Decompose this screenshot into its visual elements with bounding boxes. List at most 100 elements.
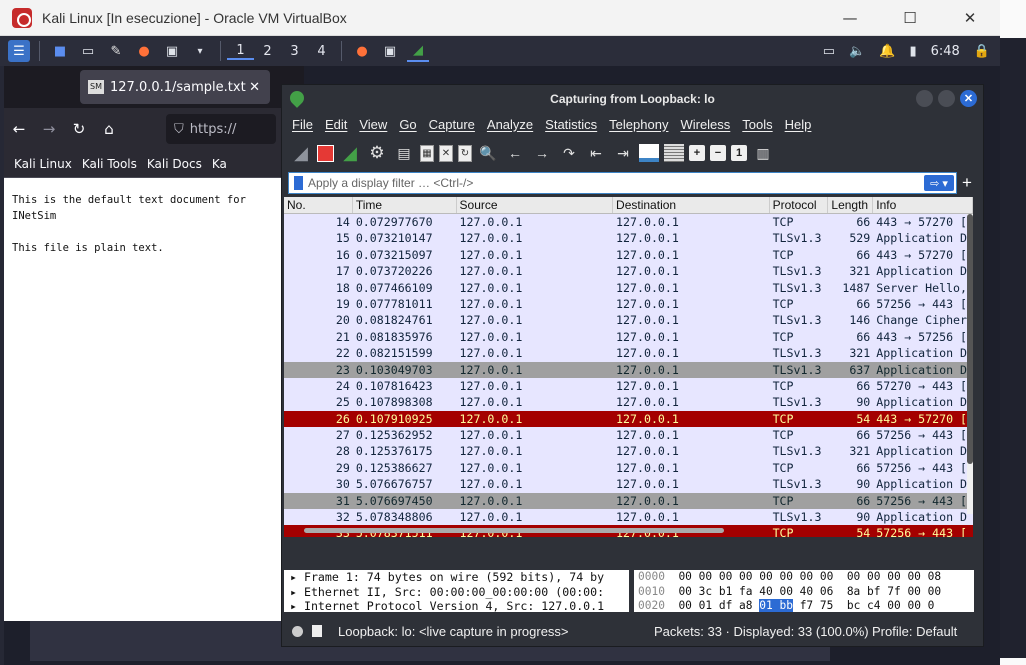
close-button[interactable]: ✕ bbox=[960, 90, 977, 107]
display-icon[interactable]: ▭ bbox=[823, 44, 835, 59]
profile-selector[interactable]: Profile: Default bbox=[872, 624, 957, 639]
packet-row[interactable]: 32 5.078348806 127.0.0.1 127.0.0.1 TLSv1.3 90… bbox=[284, 509, 973, 526]
normal-size-icon[interactable]: 1 bbox=[731, 145, 747, 161]
menu-view[interactable]: View bbox=[359, 117, 387, 132]
lock-icon[interactable]: 🔒 bbox=[974, 44, 990, 59]
save-file-icon[interactable]: ▦ bbox=[420, 144, 434, 162]
packet-row[interactable]: 22 0.082151599 127.0.0.1 127.0.0.1 TLSv1.3 32… bbox=[284, 345, 973, 362]
reload-icon[interactable]: ↻ bbox=[64, 120, 94, 138]
browser-tab[interactable]: SM 127.0.0.1/sample.txt ✕ bbox=[80, 70, 270, 104]
packet-row[interactable]: 18 0.077466109 127.0.0.1 127.0.0.1 TLSv1.3 14… bbox=[284, 279, 973, 296]
workspace-1[interactable]: 1 bbox=[227, 43, 254, 60]
packet-row[interactable]: 19 0.077781011 127.0.0.1 127.0.0.1 TCP 66 5725… bbox=[284, 295, 973, 313]
desktop-icon[interactable]: ■ bbox=[49, 40, 71, 62]
maximize-button[interactable]: ☐ bbox=[880, 0, 940, 36]
minimize-button[interactable] bbox=[916, 90, 933, 107]
menu-go[interactable]: Go bbox=[399, 117, 416, 132]
packet-row[interactable]: 15 0.073210147 127.0.0.1 127.0.0.1 TLSv1.3 52… bbox=[284, 230, 973, 247]
bookmark-kali-tools[interactable]: Kali Tools bbox=[82, 157, 137, 171]
go-back-icon[interactable]: ← bbox=[504, 141, 526, 165]
menu-statistics[interactable]: Statistics bbox=[545, 117, 597, 132]
last-packet-icon[interactable]: ⇥ bbox=[612, 141, 634, 165]
hex-row[interactable]: 0020 00 01 df a8 01 bb f7 75 bc c4 00 00… bbox=[638, 599, 974, 612]
menu-wireless[interactable]: Wireless bbox=[680, 117, 730, 132]
go-to-packet-icon[interactable]: ↷ bbox=[558, 141, 580, 165]
column-time[interactable]: Time bbox=[353, 197, 457, 213]
capture-options-icon[interactable]: ⚙ bbox=[366, 141, 388, 165]
chevron-down-icon[interactable]: ▾ bbox=[189, 40, 211, 62]
bookmark-truncated[interactable]: Ka bbox=[212, 157, 227, 171]
packet-row[interactable]: 14 0.072977670 127.0.0.1 127.0.0.1 TCP 66 443 … bbox=[284, 214, 973, 231]
colorize-icon[interactable] bbox=[664, 144, 684, 162]
packet-row[interactable]: 20 0.081824761 127.0.0.1 127.0.0.1 TLSv1.3 14… bbox=[284, 312, 973, 329]
volume-icon[interactable]: 🔈 bbox=[849, 44, 865, 59]
hex-row[interactable]: 0000 00 00 00 00 00 00 00 00 00 00 00 00… bbox=[638, 570, 974, 585]
go-forward-icon[interactable]: → bbox=[531, 141, 553, 165]
menu-capture[interactable]: Capture bbox=[429, 117, 475, 132]
packet-row[interactable]: 31 5.076697450 127.0.0.1 127.0.0.1 TCP 66 5725… bbox=[284, 492, 973, 510]
text-editor-icon[interactable]: ✎ bbox=[105, 40, 127, 62]
forward-icon[interactable]: → bbox=[34, 120, 64, 138]
zoom-out-icon[interactable]: − bbox=[710, 145, 726, 161]
detail-row[interactable]: ▸ Ethernet II, Src: 00:00:00_00:00:00 (0… bbox=[290, 585, 629, 600]
apply-filter-icon[interactable]: ⇨ ▾ bbox=[924, 175, 954, 191]
menu-analyze[interactable]: Analyze bbox=[487, 117, 533, 132]
detail-row[interactable]: ▸ Internet Protocol Version 4, Src: 127.… bbox=[290, 599, 629, 612]
column-destination[interactable]: Destination bbox=[613, 197, 770, 213]
resize-columns-icon[interactable]: ▥ bbox=[752, 141, 774, 165]
hex-row[interactable]: 0010 00 3c b1 fa 40 00 40 06 8a bf 7f 00… bbox=[638, 585, 974, 600]
packet-row[interactable]: 26 0.107910925 127.0.0.1 127.0.0.1 TCP 54 443 … bbox=[284, 410, 973, 428]
workspace-4[interactable]: 4 bbox=[308, 44, 335, 59]
first-packet-icon[interactable]: ⇤ bbox=[585, 141, 607, 165]
open-file-icon[interactable]: ▤ bbox=[393, 141, 415, 165]
workspace-2[interactable]: 2 bbox=[254, 44, 281, 59]
comment-icon[interactable] bbox=[312, 625, 322, 637]
packet-row[interactable]: 21 0.081835976 127.0.0.1 127.0.0.1 TCP 66 443 … bbox=[284, 328, 973, 346]
zoom-in-icon[interactable]: + bbox=[689, 145, 705, 161]
packet-row[interactable]: 23 0.103049703 127.0.0.1 127.0.0.1 TLSv1.3 63… bbox=[284, 361, 973, 378]
url-bar[interactable]: ⛉ https:// bbox=[166, 114, 276, 144]
close-file-icon[interactable]: ✕ bbox=[439, 144, 453, 162]
expert-info-icon[interactable] bbox=[292, 625, 303, 637]
restart-capture-icon[interactable]: ◢ bbox=[339, 141, 361, 165]
reload-file-icon[interactable]: ↻ bbox=[458, 144, 472, 162]
workspace-3[interactable]: 3 bbox=[281, 44, 308, 59]
bookmark-icon[interactable] bbox=[294, 176, 303, 190]
column-no[interactable]: No. bbox=[284, 197, 353, 213]
menu-file[interactable]: File bbox=[292, 117, 313, 132]
minimize-button[interactable]: — bbox=[820, 0, 880, 36]
packet-row[interactable]: 30 5.076676757 127.0.0.1 127.0.0.1 TLSv1.3 90… bbox=[284, 476, 973, 493]
clock[interactable]: 6:48 bbox=[931, 44, 960, 59]
firefox-task-icon[interactable]: ● bbox=[351, 40, 373, 62]
wireshark-task-icon[interactable]: ◢ bbox=[407, 40, 429, 62]
firefox-launcher-icon[interactable]: ● bbox=[133, 40, 155, 62]
menu-tools[interactable]: Tools bbox=[742, 117, 772, 132]
find-packet-icon[interactable]: 🔍 bbox=[477, 141, 499, 165]
file-manager-icon[interactable]: ▭ bbox=[77, 40, 99, 62]
add-filter-button[interactable]: + bbox=[957, 173, 977, 193]
notification-bell-icon[interactable]: 🔔 bbox=[879, 44, 895, 59]
display-filter-input[interactable]: Apply a display filter … <Ctrl-/> ⇨ ▾ bbox=[288, 172, 957, 194]
battery-icon[interactable]: ▮ bbox=[909, 44, 916, 59]
close-tab-icon[interactable]: ✕ bbox=[249, 80, 260, 95]
terminal-task-icon[interactable]: ▣ bbox=[379, 40, 401, 62]
kali-menu-icon[interactable]: ☰ bbox=[8, 40, 30, 62]
autoscroll-icon[interactable] bbox=[639, 144, 659, 162]
packet-row[interactable]: 17 0.073720226 127.0.0.1 127.0.0.1 TLSv1.3 32… bbox=[284, 263, 973, 280]
horizontal-scrollbar[interactable] bbox=[304, 528, 724, 533]
packet-row[interactable]: 24 0.107816423 127.0.0.1 127.0.0.1 TCP 66 5727… bbox=[284, 377, 973, 395]
column-length[interactable]: Length bbox=[828, 197, 874, 213]
home-icon[interactable]: ⌂ bbox=[94, 120, 124, 138]
packet-row[interactable]: 25 0.107898308 127.0.0.1 127.0.0.1 TLSv1.3 90… bbox=[284, 394, 973, 411]
bookmark-kali-linux[interactable]: Kali Linux bbox=[14, 157, 72, 171]
close-button[interactable]: ✕ bbox=[940, 0, 1000, 36]
stop-capture-icon[interactable] bbox=[317, 144, 334, 162]
detail-row[interactable]: ▸ Frame 1: 74 bytes on wire (592 bits), … bbox=[290, 570, 629, 585]
column-info[interactable]: Info bbox=[873, 197, 973, 213]
packet-row[interactable]: 16 0.073215097 127.0.0.1 127.0.0.1 TCP 66 443 … bbox=[284, 246, 973, 264]
maximize-button[interactable] bbox=[938, 90, 955, 107]
column-protocol[interactable]: Protocol bbox=[770, 197, 829, 213]
packet-row[interactable]: 28 0.125376175 127.0.0.1 127.0.0.1 TLSv1.3 32… bbox=[284, 443, 973, 460]
bookmark-kali-docs[interactable]: Kali Docs bbox=[147, 157, 202, 171]
vertical-scrollbar[interactable] bbox=[967, 214, 973, 514]
